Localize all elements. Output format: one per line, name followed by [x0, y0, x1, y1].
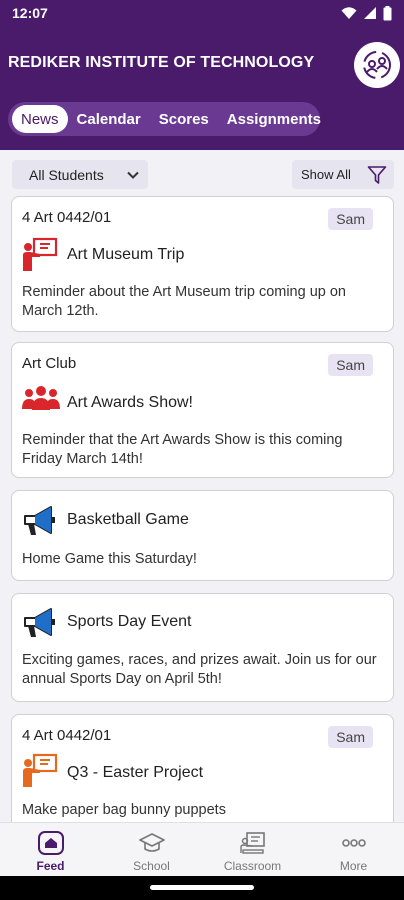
- news-card[interactable]: Art Club Sam Art Awards Show! Reminder t…: [11, 342, 394, 478]
- student-badge: Sam: [328, 726, 373, 748]
- home-gesture-pill[interactable]: [150, 885, 254, 890]
- tab-news[interactable]: News: [12, 105, 68, 133]
- card-title: Q3 - Easter Project: [67, 764, 204, 781]
- classroom-icon: [239, 832, 265, 854]
- app-header: REDIKER INSTITUTE OF TECHNOLOGY News Cal…: [0, 26, 404, 150]
- filter-icon: [367, 166, 387, 184]
- nav-school[interactable]: School: [101, 823, 202, 876]
- card-body: Exciting games, races, and prizes await.…: [22, 652, 377, 687]
- card-body: Make paper bag bunny puppets: [22, 802, 226, 818]
- students-dropdown[interactable]: All Students: [12, 160, 148, 189]
- tab-assignments[interactable]: Assignments: [218, 105, 330, 133]
- news-card[interactable]: Basketball Game Home Game this Saturday!: [11, 490, 394, 581]
- card-title: Basketball Game: [67, 511, 189, 528]
- news-card[interactable]: Sports Day Event Exciting games, races, …: [11, 593, 394, 702]
- school-title: REDIKER INSTITUTE OF TECHNOLOGY: [8, 54, 315, 71]
- card-title: Sports Day Event: [67, 613, 192, 630]
- students-dropdown-label: All Students: [29, 166, 104, 183]
- student-badge: Sam: [328, 354, 373, 376]
- battery-icon: [383, 5, 392, 20]
- card-class-label: 4 Art 0442/01: [22, 209, 112, 226]
- switch-student-button[interactable]: [354, 42, 400, 88]
- nav-school-label: School: [133, 859, 170, 873]
- card-class-label: Art Club: [22, 355, 77, 372]
- news-feed: 4 Art 0442/01 Sam Art Museum Trip Remind…: [11, 196, 395, 822]
- news-card[interactable]: 4 Art 0442/01 Sam Q3 - Easter Project Ma…: [11, 714, 394, 822]
- signal-icon: [364, 7, 376, 19]
- nav-more[interactable]: More: [303, 823, 404, 876]
- tab-calendar[interactable]: Calendar: [68, 105, 150, 133]
- card-title: Art Awards Show!: [67, 394, 193, 411]
- status-icons: [341, 5, 392, 21]
- nav-classroom-label: Classroom: [223, 859, 282, 873]
- nav-feed[interactable]: Feed: [0, 823, 101, 876]
- megaphone-icon: [22, 503, 58, 544]
- megaphone-icon: [22, 605, 58, 646]
- tab-scores[interactable]: Scores: [150, 105, 218, 133]
- nav-classroom[interactable]: Classroom: [202, 823, 303, 876]
- student-badge: Sam: [328, 208, 373, 230]
- card-body: Reminder that the Art Awards Show is thi…: [22, 432, 343, 467]
- filter-row: All Students Show All: [12, 160, 394, 190]
- header-tabs: News Calendar Scores Assignments: [8, 102, 321, 136]
- show-all-label: Show All: [301, 167, 351, 182]
- status-time: 12:07: [12, 5, 48, 21]
- show-all-filter-button[interactable]: Show All: [292, 160, 394, 189]
- card-body: Home Game this Saturday!: [22, 551, 197, 567]
- bottom-navigation: Feed School Classroom More: [0, 822, 404, 876]
- card-class-label: 4 Art 0442/01: [22, 727, 112, 744]
- group-icon: [22, 385, 60, 416]
- wifi-icon: [341, 7, 357, 19]
- teacher-icon: [22, 753, 58, 794]
- system-navigation-bar: [0, 876, 404, 900]
- card-title: Art Museum Trip: [67, 246, 185, 263]
- feed-icon: [37, 831, 64, 855]
- nav-feed-label: Feed: [36, 859, 65, 873]
- card-body: Reminder about the Art Museum trip comin…: [22, 284, 346, 319]
- switch-users-icon: [363, 51, 391, 79]
- teacher-icon: [22, 237, 58, 278]
- news-card[interactable]: 4 Art 0442/01 Sam Art Museum Trip Remind…: [11, 196, 394, 332]
- nav-more-label: More: [339, 859, 368, 873]
- more-icon: [341, 839, 366, 847]
- chevron-down-icon: [127, 171, 139, 179]
- status-bar: 12:07: [0, 0, 404, 26]
- school-icon: [138, 833, 165, 852]
